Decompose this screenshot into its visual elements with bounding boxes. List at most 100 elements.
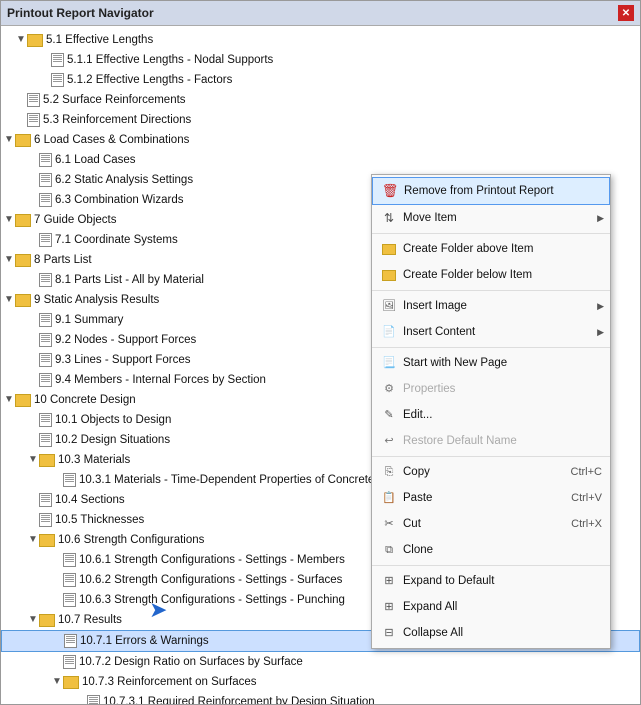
context-menu-folder-below[interactable]: Create Folder below Item: [372, 262, 610, 288]
context-menu-edit[interactable]: ✎ Edit...: [372, 402, 610, 428]
tree-label: 10.2 Design Situations: [55, 431, 170, 449]
list-item[interactable]: ▼ 10.7.3 Reinforcement on Surfaces: [1, 672, 640, 692]
toggle-icon[interactable]: ▼: [51, 673, 63, 691]
context-menu-move[interactable]: ⇅ Move Item ▶: [372, 205, 610, 231]
context-menu-collapse-all[interactable]: ⊟ Collapse All: [372, 620, 610, 646]
toggle-icon[interactable]: ▼: [3, 251, 15, 269]
toggle-icon[interactable]: ▼: [3, 211, 15, 229]
folder-icon: [39, 614, 55, 627]
clone-icon: ⧉: [380, 541, 398, 559]
page-icon: [39, 153, 52, 167]
context-menu-insert-image[interactable]: 🖼 Insert Image ▶: [372, 293, 610, 319]
context-menu-expand-all[interactable]: ⊞ Expand All: [372, 594, 610, 620]
folder-icon: [39, 454, 55, 467]
move-icon: ⇅: [380, 209, 398, 227]
context-menu-copy[interactable]: ⎘ Copy Ctrl+C: [372, 459, 610, 485]
folder-icon: [39, 534, 55, 547]
folder-icon: [15, 254, 31, 267]
tree-label: 8.1 Parts List - All by Material: [55, 271, 204, 289]
tree-label: 10.7.2 Design Ratio on Surfaces by Surfa…: [79, 653, 303, 671]
separator-5: [372, 565, 610, 566]
ctx-label-expand-all: Expand All: [403, 597, 457, 617]
tree-label: 5.3 Reinforcement Directions: [43, 111, 191, 129]
toggle-icon[interactable]: ▼: [3, 391, 15, 409]
ctx-label-folder-below: Create Folder below Item: [403, 265, 532, 285]
tree-label: 10.6 Strength Configurations: [58, 531, 204, 549]
page-icon: [87, 695, 100, 704]
list-item[interactable]: ▼ 5.1 Effective Lengths: [1, 30, 640, 50]
tree-label: 7.1 Coordinate Systems: [55, 231, 178, 249]
restore-icon: ↩: [380, 432, 398, 450]
submenu-arrow-icon: ▶: [597, 322, 604, 342]
ctx-label-cut: Cut: [403, 514, 421, 534]
page-icon: [27, 93, 40, 107]
toggle-icon[interactable]: ▼: [27, 451, 39, 469]
page-icon: [64, 634, 77, 648]
tree-label: 6.2 Static Analysis Settings: [55, 171, 193, 189]
tree-label: 10.7.3.1 Required Reinforcement by Desig…: [103, 693, 375, 704]
toggle-icon[interactable]: ▼: [15, 31, 27, 49]
tree-label: 5.1.2 Effective Lengths - Factors: [67, 71, 232, 89]
tree-label: 10.7.1 Errors & Warnings: [80, 632, 209, 650]
list-item[interactable]: 10.7.3.1 Required Reinforcement by Desig…: [1, 692, 640, 704]
context-menu-restore[interactable]: ↩ Restore Default Name: [372, 428, 610, 454]
list-item[interactable]: 5.2 Surface Reinforcements: [1, 90, 640, 110]
toggle-icon[interactable]: ▼: [3, 131, 15, 149]
ctx-label-folder-above: Create Folder above Item: [403, 239, 533, 259]
context-menu-folder-above[interactable]: Create Folder above Item: [372, 236, 610, 262]
printout-report-navigator-window: Printout Report Navigator ✕ ▼ 5.1 Effect…: [0, 0, 641, 705]
ctx-label-clone: Clone: [403, 540, 433, 560]
tree-label: 10.7.3 Reinforcement on Surfaces: [82, 673, 257, 691]
context-menu-new-page[interactable]: 📃 Start with New Page: [372, 350, 610, 376]
list-item[interactable]: 6.1 Load Cases: [1, 150, 640, 170]
page-icon: [63, 553, 76, 567]
context-menu-cut[interactable]: ✂ Cut Ctrl+X: [372, 511, 610, 537]
window-title: Printout Report Navigator: [7, 6, 154, 20]
context-menu-properties[interactable]: ⚙ Properties: [372, 376, 610, 402]
titlebar: Printout Report Navigator ✕: [1, 1, 640, 26]
folder-icon: [27, 34, 43, 47]
tree-label: 9.4 Members - Internal Forces by Section: [55, 371, 266, 389]
list-item[interactable]: 5.3 Reinforcement Directions: [1, 110, 640, 130]
tree-panel[interactable]: ▼ 5.1 Effective Lengths 5.1.1 Effective …: [1, 26, 640, 704]
ctx-label-expand-default: Expand to Default: [403, 571, 494, 591]
tree-label: 10.3 Materials: [58, 451, 130, 469]
list-item[interactable]: ▼ 6 Load Cases & Combinations: [1, 130, 640, 150]
ctx-label-new-page: Start with New Page: [403, 353, 507, 373]
context-menu-clone[interactable]: ⧉ Clone: [372, 537, 610, 563]
tree-label: 10.4 Sections: [55, 491, 125, 509]
ctx-label-paste: Paste: [403, 488, 432, 508]
ctx-label-remove: Remove from Printout Report: [404, 181, 554, 201]
toggle-icon[interactable]: ▼: [3, 291, 15, 309]
tree-label: 9.2 Nodes - Support Forces: [55, 331, 196, 349]
tree-label: 9.1 Summary: [55, 311, 123, 329]
toggle-icon[interactable]: ▼: [27, 611, 39, 629]
context-menu-expand-default[interactable]: ⊞ Expand to Default: [372, 568, 610, 594]
tree-label: 10.5 Thicknesses: [55, 511, 144, 529]
page-icon: [39, 173, 52, 187]
context-menu-paste[interactable]: 📋 Paste Ctrl+V: [372, 485, 610, 511]
tree-label: 9.3 Lines - Support Forces: [55, 351, 191, 369]
page-icon: [63, 593, 76, 607]
folder-above-icon: [380, 240, 398, 258]
page-icon: [39, 353, 52, 367]
list-item[interactable]: 5.1.2 Effective Lengths - Factors: [1, 70, 640, 90]
submenu-arrow-icon: ▶: [597, 208, 604, 228]
folder-icon: [15, 214, 31, 227]
list-item[interactable]: 5.1.1 Effective Lengths - Nodal Supports: [1, 50, 640, 70]
separator-2: [372, 290, 610, 291]
toggle-icon[interactable]: ▼: [27, 531, 39, 549]
insert-image-icon: 🖼: [380, 297, 398, 315]
paste-shortcut: Ctrl+V: [571, 488, 602, 508]
folder-icon: [15, 294, 31, 307]
tree-label: 9 Static Analysis Results: [34, 291, 159, 309]
context-menu-remove[interactable]: 🗑 Remove from Printout Report: [372, 177, 610, 205]
page-icon: [39, 333, 52, 347]
context-menu-insert-content[interactable]: 📄 Insert Content ▶: [372, 319, 610, 345]
close-button[interactable]: ✕: [618, 5, 634, 21]
list-item[interactable]: 10.7.2 Design Ratio on Surfaces by Surfa…: [1, 652, 640, 672]
folder-below-icon: [380, 266, 398, 284]
ctx-label-insert-content: Insert Content: [403, 322, 475, 342]
folder-icon: [15, 394, 31, 407]
tree-label: 6 Load Cases & Combinations: [34, 131, 189, 149]
